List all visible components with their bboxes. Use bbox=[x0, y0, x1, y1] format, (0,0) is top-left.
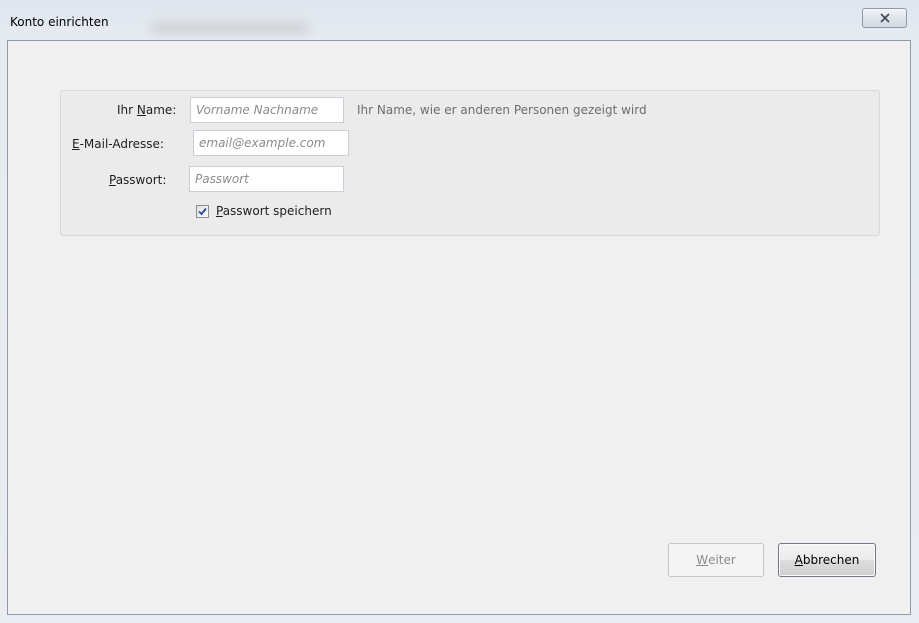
email-input[interactable] bbox=[193, 130, 349, 156]
check-icon bbox=[198, 207, 207, 216]
cancel-button[interactable]: Abbrechen bbox=[778, 543, 876, 577]
password-input[interactable] bbox=[189, 166, 344, 192]
email-label: E-Mail-Adresse: bbox=[72, 137, 164, 151]
title-bar: Konto einrichten bbox=[0, 0, 919, 40]
name-input[interactable] bbox=[190, 97, 344, 123]
password-label: Passwort: bbox=[109, 173, 167, 187]
remember-password-label[interactable]: Passwort speichern bbox=[216, 204, 332, 218]
name-hint: Ihr Name, wie er anderen Personen gezeig… bbox=[357, 103, 647, 117]
background-window-ghost bbox=[150, 22, 310, 34]
close-icon bbox=[879, 13, 890, 23]
name-label: Ihr Name: bbox=[117, 103, 177, 117]
dialog-content: Ihr Name: Ihr Name, wie er anderen Perso… bbox=[7, 40, 911, 615]
setup-account-window: Konto einrichten Ihr Name: Ihr Name, wie… bbox=[0, 0, 919, 623]
account-form-panel: Ihr Name: Ihr Name, wie er anderen Perso… bbox=[60, 90, 880, 236]
remember-password-checkbox[interactable] bbox=[196, 205, 209, 218]
window-title: Konto einrichten bbox=[10, 15, 109, 29]
close-button[interactable] bbox=[862, 8, 907, 28]
next-button[interactable]: Weiter bbox=[668, 543, 764, 577]
